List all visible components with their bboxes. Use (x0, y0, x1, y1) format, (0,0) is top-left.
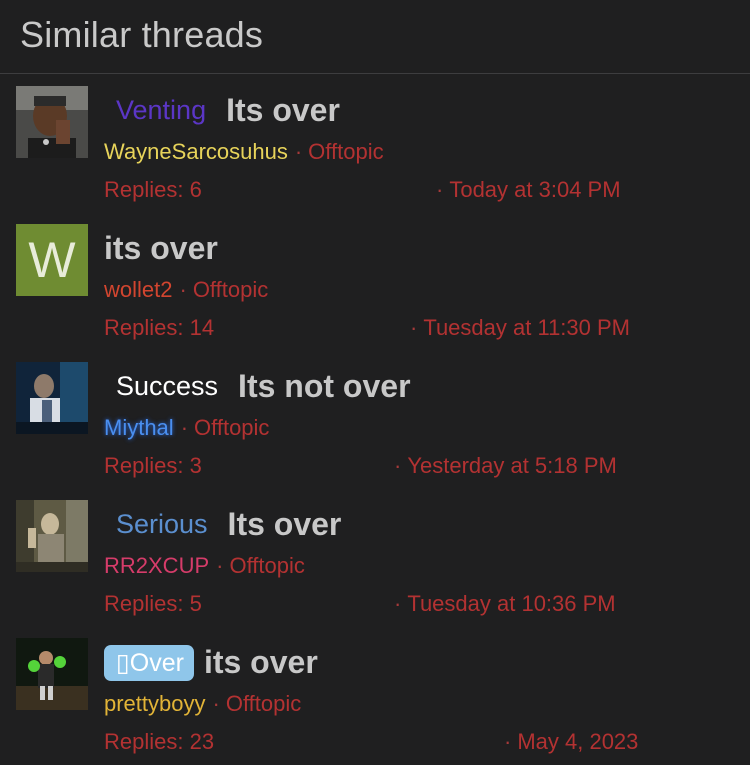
thread-replies: Replies: 3 (104, 453, 202, 478)
panel-title: Similar threads (20, 14, 264, 55)
thread-replies: Replies: 6 (104, 177, 202, 202)
thread-date[interactable]: · Tuesday at 10:36 PM (394, 591, 616, 617)
thread-forum[interactable]: Offtopic (193, 277, 268, 302)
thread-title[interactable]: Its not over (238, 368, 410, 405)
thread-title[interactable]: its over (104, 230, 218, 267)
thread-author[interactable]: RR2XCUP (104, 553, 209, 578)
thread-meta: prettyboyy · Offtopic (104, 691, 301, 717)
avatar[interactable]: W (16, 224, 88, 296)
thread-date-text[interactable]: Tuesday at 11:30 PM (423, 315, 630, 340)
thread-item[interactable]: ▯Over its over prettyboyy · Offtopic Repli… (0, 626, 750, 764)
thread-replies: Replies: 23 (104, 729, 215, 754)
thread-author[interactable]: Miythal (104, 415, 174, 440)
thread-item[interactable]: Serious Its over RR2XCUP · Offtopic Replie… (0, 488, 750, 626)
thread-item[interactable]: Venting Its over WayneSarcosuhus · Offtopi… (0, 74, 750, 212)
thread-title-line: Success Its not over (104, 368, 411, 405)
separator-dot: · (294, 139, 303, 164)
avatar[interactable] (16, 638, 88, 710)
thread-replies: Replies: 5 (104, 591, 202, 616)
thread-date-text[interactable]: Today at 3:04 PM (449, 177, 620, 202)
thread-date[interactable]: · Tuesday at 11:30 PM (410, 315, 630, 341)
avatar[interactable] (16, 362, 88, 434)
thread-date-text[interactable]: Yesterday at 5:18 PM (407, 453, 617, 478)
thread-title[interactable]: Its over (228, 506, 342, 543)
thread-item[interactable]: Success Its not over Miythal · Offtopic Re… (0, 350, 750, 488)
thread-prefix[interactable]: ▯Over (104, 644, 194, 681)
thread-title-line: ▯Over its over (104, 644, 318, 681)
thread-replies: Replies: 14 (104, 315, 215, 340)
thread-forum[interactable]: Offtopic (229, 553, 304, 578)
thread-date[interactable]: · Yesterday at 5:18 PM (394, 453, 617, 479)
thread-forum[interactable]: Offtopic (308, 139, 383, 164)
separator-dot: · (216, 553, 224, 578)
thread-item[interactable]: W its over wollet2 · Offtopic Replies: 14 … (0, 212, 750, 350)
thread-author[interactable]: prettyboyy (104, 691, 206, 716)
thread-title[interactable]: its over (204, 644, 318, 681)
thread-meta: wollet2 · Offtopic (104, 277, 268, 303)
thread-date[interactable]: · May 4, 2023 (504, 729, 638, 755)
similar-threads-panel: Similar threads Venting Its over WayneSa… (0, 0, 750, 765)
thread-date-text[interactable]: Tuesday at 10:36 PM (407, 591, 615, 616)
thread-prefix[interactable]: Success (116, 371, 218, 402)
thread-prefix[interactable]: Venting (116, 95, 206, 126)
separator-dot: · (180, 415, 189, 440)
thread-meta: Miythal · Offtopic (104, 415, 269, 441)
avatar[interactable] (16, 86, 88, 158)
avatar[interactable] (16, 500, 88, 572)
thread-author[interactable]: WayneSarcosuhus (104, 139, 288, 164)
separator-dot: · (212, 691, 220, 716)
thread-meta: WayneSarcosuhus · Offtopic (104, 139, 384, 165)
thread-title[interactable]: Its over (226, 92, 340, 129)
thread-date-text[interactable]: May 4, 2023 (517, 729, 638, 754)
separator-dot: · (179, 277, 187, 302)
thread-title-line: its over (104, 230, 218, 267)
thread-date[interactable]: · Today at 3:04 PM (436, 177, 621, 203)
thread-forum[interactable]: Offtopic (226, 691, 301, 716)
thread-prefix[interactable]: Serious (116, 509, 208, 540)
thread-forum[interactable]: Offtopic (194, 415, 269, 440)
thread-author[interactable]: wollet2 (104, 277, 172, 302)
thread-title-line: Serious Its over (104, 506, 341, 543)
thread-meta: RR2XCUP · Offtopic (104, 553, 305, 579)
thread-title-line: Venting Its over (104, 92, 340, 129)
panel-header: Similar threads (0, 0, 750, 74)
